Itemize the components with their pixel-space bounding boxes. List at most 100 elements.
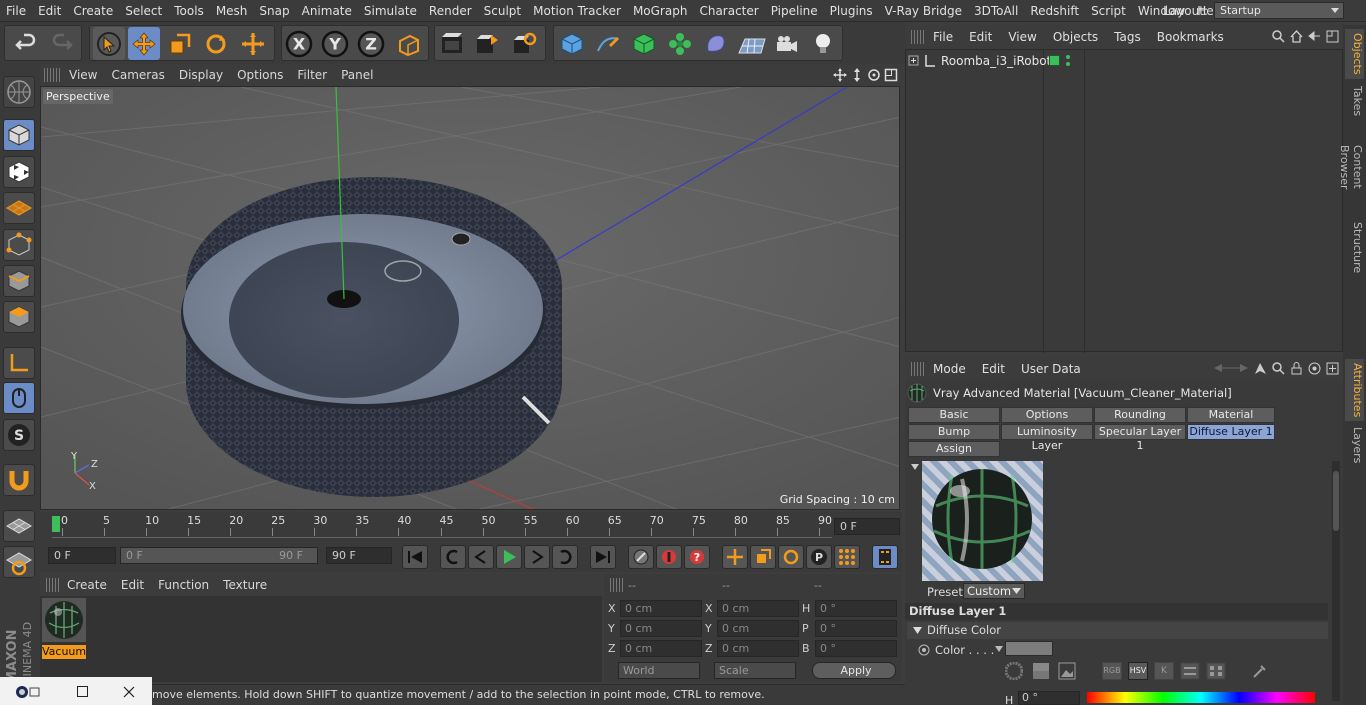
timeline-window-icon[interactable] [872, 545, 898, 569]
coordinate-mode-dropdown[interactable]: World [618, 662, 700, 679]
maximize-icon[interactable] [76, 685, 90, 699]
tweak-mode-icon[interactable] [3, 382, 35, 414]
mat-menu-texture[interactable]: Texture [216, 574, 274, 596]
tab-takes[interactable]: Takes [1345, 83, 1364, 119]
rgb-mode-button[interactable]: RGB [1102, 662, 1122, 680]
chevron-down-icon[interactable] [995, 646, 1003, 652]
select-tool-icon[interactable] [93, 27, 125, 60]
swatches-icon[interactable] [1206, 662, 1226, 680]
tab-assign[interactable]: Assign [908, 441, 1000, 457]
eyedropper-icon[interactable] [1251, 662, 1269, 680]
om-menu-objects[interactable]: Objects [1045, 25, 1106, 49]
tab-specular-layer-1[interactable]: Specular Layer 1 [1094, 424, 1186, 452]
y-axis-icon[interactable]: Y [320, 28, 350, 60]
menu-pipeline[interactable]: Pipeline [765, 0, 824, 22]
tab-bump[interactable]: Bump [908, 424, 1000, 440]
timeline-ruler[interactable]: 0 5 10 15 20 25 30 35 40 45 50 55 60 65 70 75 80 85 90 [52, 514, 832, 538]
magnet-icon[interactable] [3, 464, 35, 496]
menu-3dtoall[interactable]: 3DToAll [968, 0, 1024, 22]
diffuse-color-group[interactable]: Diffuse Color [907, 622, 1328, 639]
maximize-view-icon[interactable] [884, 68, 898, 82]
menu-edit[interactable]: Edit [32, 0, 67, 22]
search-icon[interactable] [1272, 362, 1285, 375]
pan-view-icon[interactable] [833, 68, 847, 82]
new-window-icon[interactable] [1326, 30, 1339, 43]
am-menu-edit[interactable]: Edit [974, 357, 1013, 381]
mat-menu-edit[interactable]: Edit [114, 574, 151, 596]
material-preview[interactable] [922, 461, 1043, 581]
points-mode-icon[interactable] [3, 229, 35, 261]
rotate-tool-icon[interactable] [200, 27, 232, 60]
tab-layers[interactable]: Layers [1345, 425, 1364, 465]
menu-file[interactable]: File [0, 0, 32, 22]
search-icon[interactable] [1272, 30, 1285, 43]
mat-menu-create[interactable]: Create [60, 574, 114, 596]
mat-menu-function[interactable]: Function [151, 574, 216, 596]
menu-tools[interactable]: Tools [168, 0, 210, 22]
record-active-icon[interactable] [628, 545, 654, 569]
menu-create[interactable]: Create [67, 0, 119, 22]
target-icon[interactable] [1308, 362, 1321, 375]
live-selection-icon[interactable] [237, 27, 269, 60]
back-icon[interactable] [1308, 30, 1321, 43]
next-frame-icon[interactable] [524, 545, 550, 569]
locked-workplane-icon[interactable] [3, 546, 35, 578]
om-menu-bookmarks[interactable]: Bookmarks [1149, 25, 1232, 49]
previous-key-icon[interactable] [440, 545, 466, 569]
vp-menu-filter[interactable]: Filter [290, 64, 334, 86]
scale-tool-icon[interactable] [164, 27, 196, 60]
nav-arrows-icon[interactable] [1213, 362, 1249, 375]
apply-button[interactable]: Apply [812, 662, 896, 679]
zoom-view-icon[interactable] [850, 68, 864, 82]
position-y-field[interactable]: 0 cm [620, 620, 702, 637]
key-scale-icon[interactable] [750, 545, 776, 569]
rotation-b-field[interactable]: 0 ° [815, 640, 897, 657]
hue-slider[interactable] [1087, 692, 1315, 703]
snapping-icon[interactable]: S [3, 419, 35, 451]
menu-sculpt[interactable]: Sculpt [478, 0, 527, 22]
deformer-icon[interactable] [700, 28, 732, 60]
tab-luminosity-layer[interactable]: Luminosity Layer [1001, 424, 1093, 452]
visibility-dots[interactable] [1066, 54, 1070, 68]
hue-field[interactable]: 0 ° [1018, 691, 1080, 705]
menu-v-ray-bridge[interactable]: V-Ray Bridge [879, 0, 968, 22]
move-tool-icon[interactable] [128, 27, 160, 60]
om-menu-tags[interactable]: Tags [1106, 25, 1149, 49]
om-menu-view[interactable]: View [1000, 25, 1044, 49]
tab-diffuse-layer-1[interactable]: Diffuse Layer 1 [1187, 424, 1275, 440]
tab-rounding[interactable]: Rounding [1094, 407, 1186, 423]
redo-icon[interactable] [46, 28, 78, 60]
kelvin-mode-button[interactable]: K [1154, 662, 1174, 680]
cube-icon[interactable] [556, 28, 588, 60]
go-to-end-icon[interactable] [590, 545, 616, 569]
size-mode-dropdown[interactable]: Scale [714, 662, 796, 679]
workplane-lock-icon[interactable] [3, 510, 35, 542]
tab-material-weight[interactable]: Material Weight [1187, 407, 1275, 435]
timeline[interactable]: 0 5 10 15 20 25 30 35 40 45 50 55 60 65 70 75 80 85 90 0 F [40, 512, 902, 542]
play-icon[interactable] [496, 545, 522, 569]
hsv-mode-button[interactable]: HSV [1128, 662, 1148, 680]
floor-icon[interactable] [735, 28, 769, 60]
tab-attributes[interactable]: Attributes [1345, 359, 1364, 421]
object-row[interactable]: Roomba_i3_iRobot [908, 52, 1051, 70]
vp-menu-view[interactable]: View [62, 64, 104, 86]
size-x-field[interactable]: 0 cm [717, 600, 799, 617]
keyframe-selection-icon[interactable]: ? [684, 545, 710, 569]
new-window-icon[interactable] [1326, 362, 1339, 375]
tab-objects[interactable]: Objects [1345, 29, 1364, 79]
key-point-level-icon[interactable] [834, 545, 860, 569]
menu-animate[interactable]: Animate [296, 0, 358, 22]
menu-redshift[interactable]: Redshift [1024, 0, 1085, 22]
am-menu-user-data[interactable]: User Data [1013, 357, 1089, 381]
polygons-mode-icon[interactable] [3, 301, 35, 333]
home-icon[interactable] [1290, 30, 1303, 43]
axis-mode-icon[interactable] [3, 347, 35, 379]
size-z-field[interactable]: 0 cm [717, 640, 799, 657]
make-editable-icon[interactable] [3, 76, 35, 108]
go-to-start-icon[interactable] [402, 545, 428, 569]
menu-character[interactable]: Character [693, 0, 764, 22]
workplane-icon[interactable] [3, 192, 35, 224]
current-frame-field[interactable]: 0 F [834, 518, 900, 535]
vp-menu-options[interactable]: Options [230, 64, 290, 86]
om-menu-edit[interactable]: Edit [961, 25, 1000, 49]
